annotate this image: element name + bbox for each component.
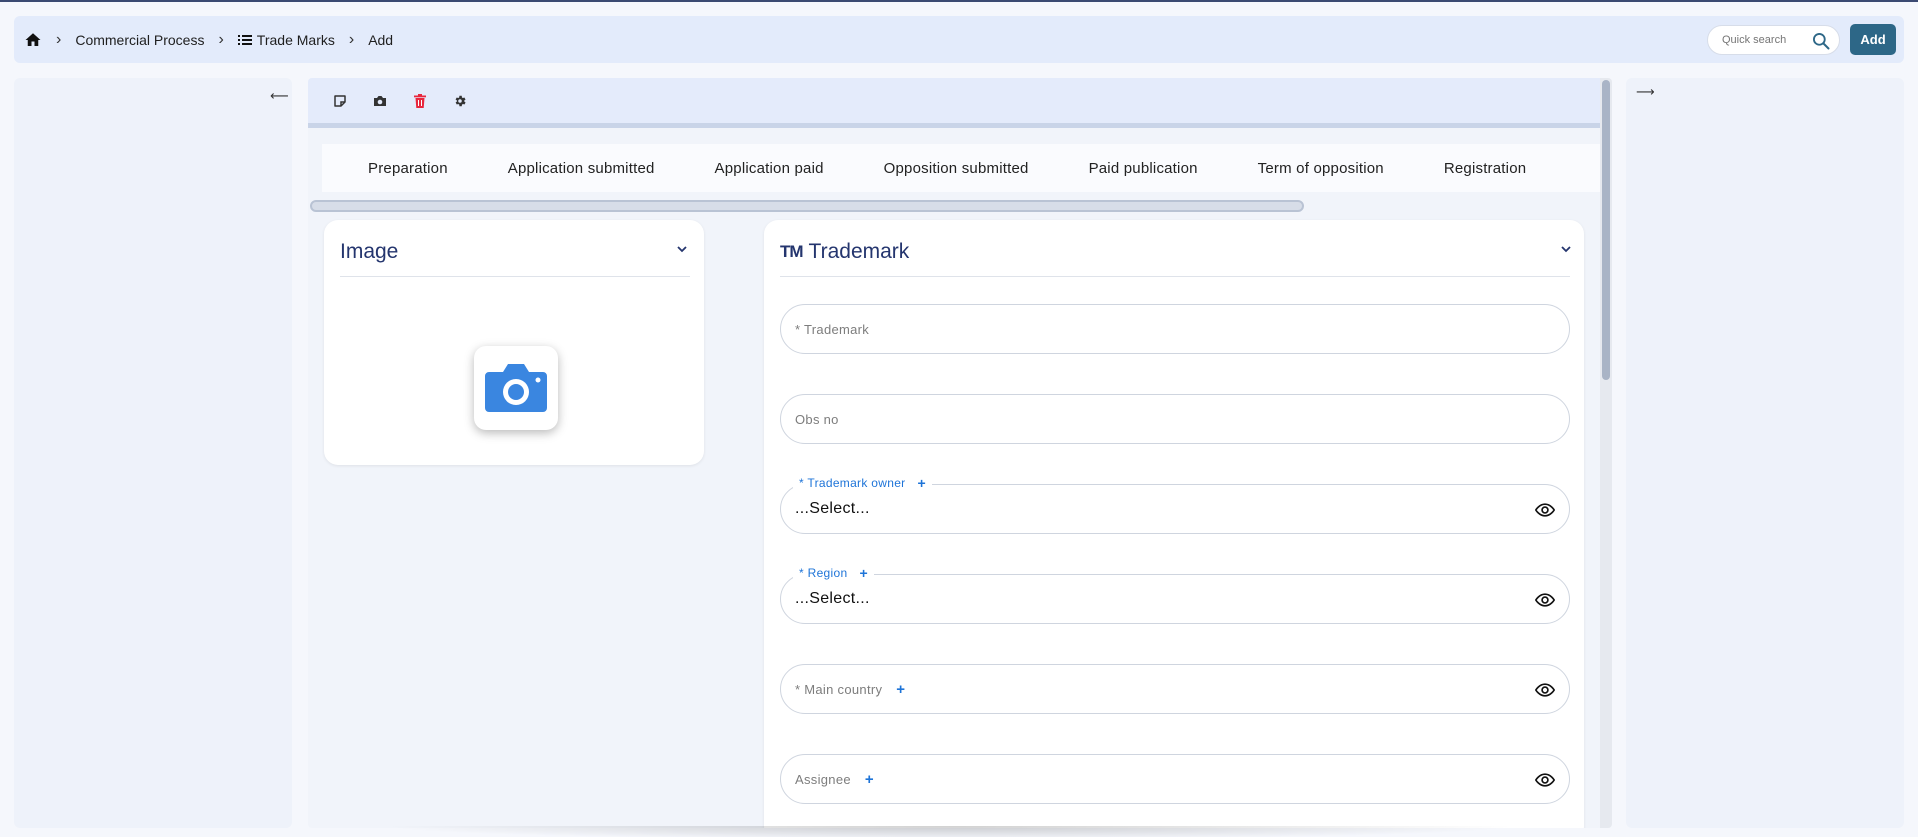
bottom-shadow <box>380 826 1520 837</box>
search-input[interactable] <box>1722 34 1812 46</box>
trash-icon[interactable] <box>410 91 430 111</box>
form-toolbar <box>308 78 1600 128</box>
region-value: ...Select... <box>795 590 870 607</box>
breadcrumb-bar: › Commercial Process › Trade Marks › Add… <box>14 16 1904 63</box>
collapse-left-icon[interactable]: ⟵ <box>270 88 289 104</box>
region-select[interactable]: * Region + ...Select... <box>780 565 1570 624</box>
main-country-select[interactable]: * Main country + <box>780 664 1570 714</box>
step-preparation[interactable]: Preparation <box>368 160 448 177</box>
add-region-icon[interactable]: + <box>859 565 867 581</box>
scrollbar-thumb[interactable] <box>1602 80 1610 380</box>
note-icon[interactable] <box>330 91 350 111</box>
divider <box>780 276 1570 277</box>
main-content: Preparation Application submitted Applic… <box>308 78 1612 828</box>
upload-image-button[interactable] <box>474 346 558 430</box>
image-card-title: Image <box>340 240 399 263</box>
add-owner-icon[interactable]: + <box>917 475 925 491</box>
chevron-right-icon: › <box>348 30 355 48</box>
eye-icon[interactable] <box>1534 590 1556 615</box>
breadcrumb: › Commercial Process › Trade Marks › Add <box>24 31 393 49</box>
obs-no-placeholder: Obs no <box>795 411 839 427</box>
trademark-card-header: TM Trademark <box>780 240 909 264</box>
list-icon <box>237 34 252 46</box>
step-application-paid[interactable]: Application paid <box>715 160 824 177</box>
region-label-text: * Region <box>799 566 848 580</box>
step-opposition-submitted[interactable]: Opposition submitted <box>884 160 1029 177</box>
breadcrumb-add: Add <box>368 31 394 48</box>
assignee-placeholder: Assignee <box>795 771 851 787</box>
camera-icon <box>485 364 547 412</box>
collapse-right-icon[interactable]: ⟶ <box>1636 84 1655 100</box>
step-application-submitted[interactable]: Application submitted <box>508 160 655 177</box>
right-panel <box>1626 78 1904 828</box>
search-icon[interactable] <box>1811 31 1831 56</box>
assignee-select[interactable]: Assignee + <box>780 754 1570 804</box>
breadcrumb-commercial-process[interactable]: Commercial Process <box>75 32 204 48</box>
tm-icon: TM <box>780 242 804 261</box>
step-term-of-opposition[interactable]: Term of opposition <box>1258 160 1384 177</box>
top-border <box>0 0 1918 2</box>
step-paid-publication[interactable]: Paid publication <box>1089 160 1198 177</box>
chevron-down-icon[interactable] <box>676 242 688 260</box>
add-assignee-icon[interactable]: + <box>865 771 874 788</box>
left-panel <box>14 78 292 828</box>
trademark-owner-label: * Trademark owner + <box>793 475 932 491</box>
eye-icon[interactable] <box>1534 500 1556 525</box>
trademark-owner-select[interactable]: * Trademark owner + ...Select... <box>780 475 1570 534</box>
main-country-placeholder: * Main country <box>795 681 883 697</box>
vertical-scrollbar[interactable] <box>1600 78 1612 828</box>
quick-search <box>1707 25 1840 55</box>
add-button[interactable]: Add <box>1850 24 1896 55</box>
chevron-right-icon: › <box>56 30 62 48</box>
chevron-right-icon: › <box>218 30 224 48</box>
process-steps: Preparation Application submitted Applic… <box>322 144 1600 192</box>
camera-icon[interactable] <box>370 91 390 111</box>
trademark-placeholder: * Trademark <box>795 321 870 337</box>
breadcrumb-trade-marks[interactable]: Trade Marks <box>257 32 335 48</box>
region-label: * Region + <box>793 565 874 581</box>
chevron-down-icon[interactable] <box>1560 242 1572 260</box>
trademark-owner-label-text: * Trademark owner <box>799 476 906 490</box>
trademark-owner-value: ...Select... <box>795 500 870 517</box>
divider <box>340 276 690 277</box>
trademark-card-title: Trademark <box>808 240 910 263</box>
gear-icon[interactable] <box>450 91 470 111</box>
obs-no-field[interactable]: Obs no <box>780 394 1570 444</box>
image-card: Image <box>324 220 704 465</box>
add-country-icon[interactable]: + <box>896 681 905 698</box>
horizontal-scrollbar[interactable] <box>310 200 1304 212</box>
trademark-card: TM Trademark * Trademark Obs no * Tradem… <box>764 220 1584 828</box>
trademark-field[interactable]: * Trademark <box>780 304 1570 354</box>
eye-icon[interactable] <box>1534 770 1556 795</box>
home-icon[interactable] <box>24 31 42 49</box>
step-registration[interactable]: Registration <box>1444 160 1526 177</box>
eye-icon[interactable] <box>1534 680 1556 705</box>
